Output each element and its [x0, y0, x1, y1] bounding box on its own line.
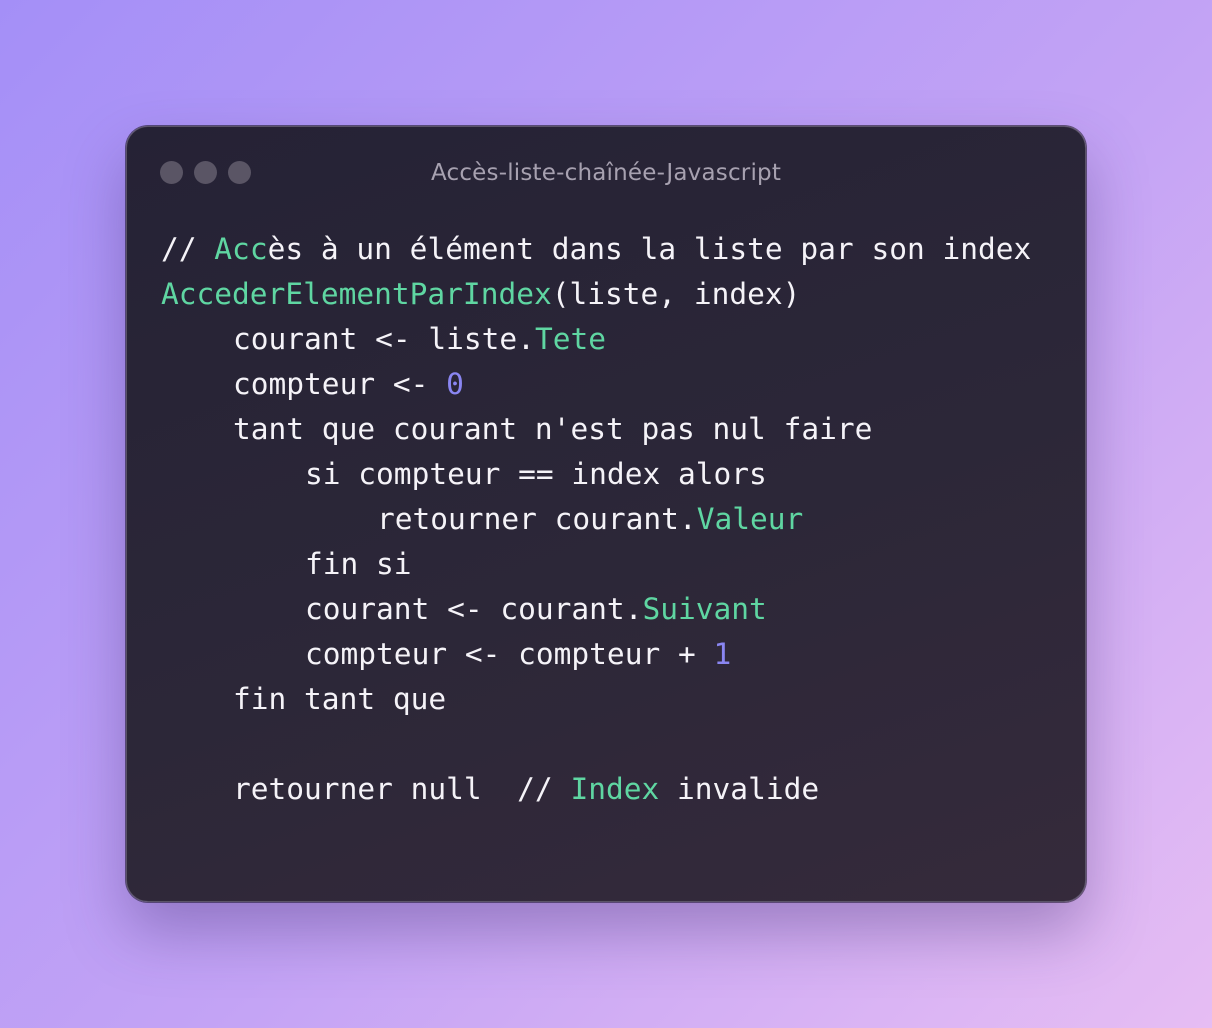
- comment-prefix: //: [161, 232, 215, 266]
- code-line-1: // Accès à un élément dans la liste par …: [161, 227, 1031, 272]
- code-window: Accès-liste-chaînée-Javascript // Accès …: [126, 126, 1086, 902]
- code-text: courant <- courant.: [305, 592, 643, 626]
- number-literal: 0: [446, 367, 464, 401]
- title-bar: Accès-liste-chaînée-Javascript: [127, 127, 1085, 223]
- comment-highlight: Acc: [214, 232, 268, 266]
- code-line-8: fin si: [161, 542, 1031, 587]
- comment-text: ès à un élément dans la liste par son in…: [267, 232, 1032, 266]
- function-params: (liste, index): [551, 277, 801, 311]
- code-block: // Accès à un élément dans la liste par …: [161, 227, 1031, 812]
- code-text: fin si: [305, 547, 412, 581]
- code-line-6: si compteur == index alors: [161, 452, 1031, 497]
- code-line-3: courant <- liste.Tete: [161, 317, 1031, 362]
- code-line-5: tant que courant n'est pas nul faire: [161, 407, 1031, 452]
- property-name: Suivant: [642, 592, 767, 626]
- code-line-12-blank: [161, 722, 1031, 767]
- code-line-11: fin tant que: [161, 677, 1031, 722]
- code-line-4: compteur <- 0: [161, 362, 1031, 407]
- code-line-7: retourner courant.Valeur: [161, 497, 1031, 542]
- code-line-10: compteur <- compteur + 1: [161, 632, 1031, 677]
- code-text: compteur <- compteur +: [305, 637, 714, 671]
- number-literal: 1: [713, 637, 732, 671]
- window-title: Accès-liste-chaînée-Javascript: [430, 160, 782, 186]
- code-line-9: courant <- courant.Suivant: [161, 587, 1031, 632]
- code-text: compteur <-: [233, 367, 447, 401]
- property-name: Tete: [534, 322, 606, 356]
- code-text: retourner null //: [233, 772, 571, 806]
- comment-highlight: Index: [570, 772, 660, 806]
- function-name: AccederElementParIndex: [161, 277, 552, 311]
- code-line-13: retourner null // Index invalide: [161, 767, 1031, 812]
- code-text: retourner courant.: [377, 502, 697, 536]
- code-text: tant que courant n'est pas nul faire: [233, 412, 873, 446]
- code-text: courant <- liste.: [233, 322, 535, 356]
- property-name: Valeur: [696, 502, 804, 536]
- code-line-2: AccederElementParIndex(liste, index): [161, 272, 1031, 317]
- comment-text: invalide: [659, 772, 820, 806]
- code-text: fin tant que: [233, 682, 447, 716]
- code-text: si compteur == index alors: [305, 457, 767, 491]
